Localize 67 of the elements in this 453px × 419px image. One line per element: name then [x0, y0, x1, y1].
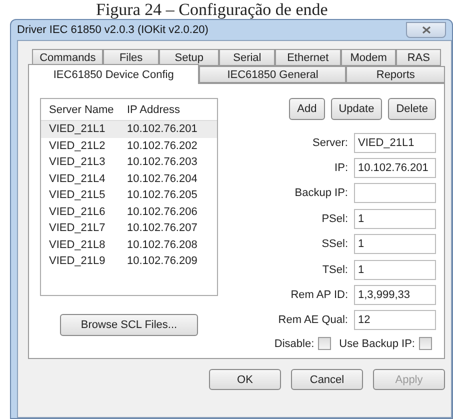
ip-address: 10.102.76.207 [127, 222, 198, 234]
browse-button[interactable]: Browse SCL Files... [60, 314, 198, 336]
ip-address: 10.102.76.204 [127, 172, 198, 185]
server-row[interactable]: VIED_21L5 10.102.76.205 [41, 187, 217, 204]
field-label: SSel: [322, 238, 348, 250]
input-field[interactable]: 1 [354, 260, 436, 280]
server-row[interactable]: VIED_21L8 10.102.76.208 [41, 236, 217, 253]
input-field[interactable] [354, 183, 436, 204]
action-button[interactable]: Add [289, 98, 325, 120]
field-label: Rem AP ID: [290, 288, 348, 301]
tab[interactable]: Serial [219, 49, 275, 66]
tab[interactable]: Ethernet [274, 49, 341, 66]
server-row[interactable]: VIED_21L6 10.102.76.206 [41, 204, 217, 220]
server-name: VIED_21L6 [49, 206, 106, 218]
checkbox[interactable] [318, 337, 332, 350]
input-field[interactable]: 10.102.76.201 [354, 158, 436, 178]
field-label: Server: [312, 136, 348, 149]
server-name: VIED_21L4 [49, 172, 106, 185]
field-label: Rem AE Qual: [278, 314, 348, 326]
ip-address: 10.102.76.205 [127, 189, 198, 202]
tab[interactable]: RAS [396, 49, 441, 66]
tab[interactable]: IEC61850 General [199, 66, 346, 83]
checkbox-label: Use Backup IP: [339, 338, 415, 350]
close-button[interactable] [406, 22, 446, 38]
checkbox[interactable] [419, 337, 432, 350]
input-field[interactable]: 1,3,999,33 [354, 284, 436, 305]
figure-caption: Figura 24 – Configuração de ende [95, 0, 329, 19]
input-field[interactable]: 1 [354, 208, 436, 229]
field-label: TSel: [322, 264, 348, 276]
input-field[interactable]: VIED_21L1 [354, 132, 436, 153]
ip-address: 10.102.76.202 [127, 140, 198, 152]
field-label: IP: [334, 162, 348, 174]
input-field[interactable]: 1 [354, 234, 436, 254]
server-row[interactable]: VIED_21L4 10.102.76.204 [41, 170, 217, 187]
ip-address: 10.102.76.209 [127, 255, 198, 268]
ip-address: 10.102.76.208 [127, 238, 198, 251]
server-row[interactable]: VIED_21L1 10.102.76.201 [41, 121, 217, 138]
tab[interactable]: Setup [158, 49, 220, 66]
dialog-button[interactable]: Cancel [291, 369, 363, 390]
tab[interactable]: Reports [346, 66, 445, 83]
server-name: VIED_21L9 [49, 255, 106, 268]
server-row[interactable]: VIED_21L2 10.102.76.202 [41, 138, 217, 154]
field-label: Backup IP: [294, 187, 348, 200]
ip-address: 10.102.76.201 [127, 123, 198, 136]
tab[interactable]: Modem [340, 49, 396, 66]
server-row[interactable]: VIED_21L9 10.102.76.209 [41, 253, 217, 270]
close-icon [422, 26, 430, 34]
action-button[interactable]: Delete [388, 98, 436, 120]
server-row[interactable]: VIED_21L3 10.102.76.203 [41, 154, 217, 170]
dialog-button[interactable]: OK [209, 369, 281, 390]
ip-address: 10.102.76.203 [127, 156, 198, 168]
tab[interactable]: IEC61850 Device Config [28, 64, 200, 84]
ip-address: 10.102.76.206 [127, 206, 198, 218]
server-name: VIED_21L3 [49, 156, 106, 168]
window-title: Driver IEC 61850 v2.0.3 (IOKit v2.0.20) [17, 24, 208, 36]
server-name: VIED_21L1 [49, 123, 106, 136]
column-header[interactable]: IP Address [127, 104, 217, 116]
action-button[interactable]: Update [330, 98, 382, 120]
server-row[interactable]: VIED_21L7 10.102.76.207 [41, 220, 217, 236]
field-label: PSel: [322, 212, 348, 225]
server-name: VIED_21L5 [49, 189, 106, 202]
server-name: VIED_21L2 [49, 140, 106, 152]
server-name: VIED_21L7 [49, 222, 106, 234]
server-name: VIED_21L8 [49, 238, 106, 251]
checkbox-label: Disable: [274, 338, 314, 350]
input-field[interactable]: 12 [354, 310, 436, 330]
column-header[interactable]: Server Name [49, 104, 127, 116]
